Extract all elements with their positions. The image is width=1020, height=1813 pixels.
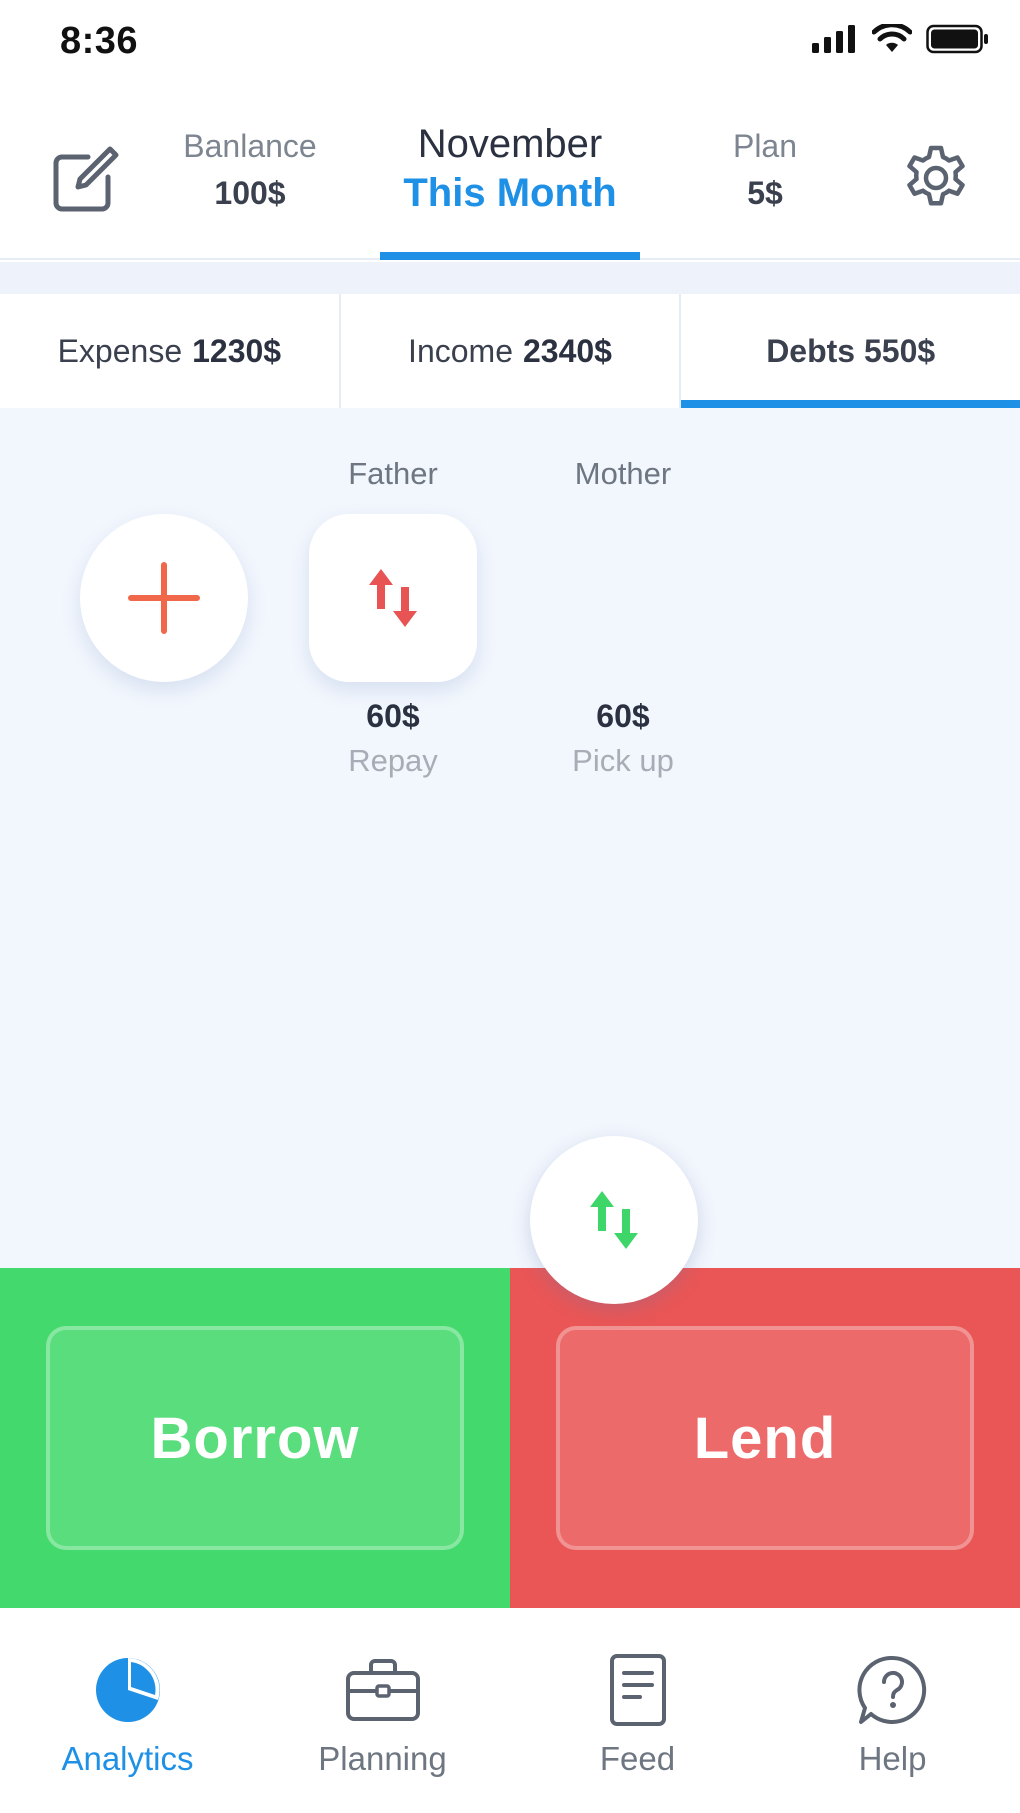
income-value: 2340$ [522, 332, 612, 369]
edit-button[interactable] [48, 145, 120, 217]
plan-value: 5$ [747, 175, 783, 211]
pie-chart-icon [88, 1650, 168, 1730]
status-bar: 8:36 [0, 0, 1020, 90]
balance-label: Banlance [183, 128, 317, 164]
debts-tab-indicator [681, 400, 1020, 408]
plus-icon [128, 562, 200, 634]
tab-analytics-label: Analytics [61, 1740, 194, 1777]
father-debt-info: 60$ Repay [283, 698, 503, 779]
status-time: 8:36 [60, 20, 139, 62]
balance-value: 100$ [214, 175, 286, 211]
mother-name: Mother [574, 456, 672, 491]
debts-panel: Father 60$ Repay Mother 60$ Pick up [0, 408, 1020, 1268]
period-label: This Month [403, 171, 617, 215]
father-note: Repay [348, 743, 438, 778]
gear-icon [907, 145, 965, 206]
top-header: Banlance 100$ November This Month Plan 5… [0, 90, 1020, 260]
add-debt-button[interactable] [80, 514, 248, 682]
tab-planning[interactable]: Planning [255, 1608, 510, 1813]
edit-icon [53, 146, 119, 212]
help-bubble-icon [853, 1650, 933, 1730]
father-amount: 60$ [366, 698, 420, 734]
mother-debt-info[interactable]: 60$ Pick up [513, 698, 733, 779]
borrow-panel: Borrow [0, 1268, 510, 1608]
tab-help[interactable]: Help [765, 1608, 1020, 1813]
expense-label: Expense [57, 332, 183, 369]
month-tab-indicator [380, 252, 640, 260]
lend-panel: Lend [510, 1268, 1020, 1608]
bottom-tab-bar: Analytics Planning Feed Help [0, 1608, 1020, 1813]
transfer-arrows-icon [369, 569, 417, 627]
tab-analytics[interactable]: Analytics [0, 1608, 255, 1813]
expense-value: 1230$ [192, 332, 282, 369]
lend-button[interactable]: Lend [556, 1326, 974, 1550]
month-selector[interactable]: November This Month [370, 122, 650, 216]
swap-button[interactable] [530, 1136, 698, 1304]
balance-summary[interactable]: Banlance 100$ [160, 128, 340, 212]
debts-label: Debts 550$ [766, 332, 936, 369]
tab-expense[interactable]: Expense 1230$ [0, 294, 341, 408]
wifi-icon [872, 24, 912, 52]
transfer-arrows-icon [590, 1191, 638, 1249]
signal-icon [812, 25, 855, 53]
tab-income[interactable]: Income 2340$ [341, 294, 682, 408]
status-icons [812, 24, 990, 54]
document-icon [598, 1650, 678, 1730]
plan-label: Plan [732, 128, 798, 164]
plan-summary[interactable]: Plan 5$ [690, 128, 840, 212]
tab-feed[interactable]: Feed [510, 1608, 765, 1813]
tab-debts[interactable]: Debts 550$ [681, 294, 1020, 408]
tab-planning-label: Planning [318, 1740, 447, 1777]
father-name: Father [348, 456, 438, 491]
tab-help-label: Help [858, 1740, 927, 1777]
income-label: Income [408, 332, 513, 369]
borrow-button[interactable]: Borrow [46, 1326, 464, 1550]
settings-button[interactable] [900, 142, 972, 214]
mother-note: Pick up [572, 743, 674, 778]
header-separator [0, 262, 1020, 294]
mother-amount: 60$ [596, 698, 650, 734]
briefcase-icon [343, 1650, 423, 1730]
battery-icon [926, 24, 988, 54]
month-label: November [417, 122, 603, 166]
category-tabs: Expense 1230$ Income 2340$ Debts 550$ [0, 294, 1020, 408]
father-debt-card[interactable] [309, 514, 477, 682]
tab-feed-label: Feed [599, 1740, 676, 1777]
